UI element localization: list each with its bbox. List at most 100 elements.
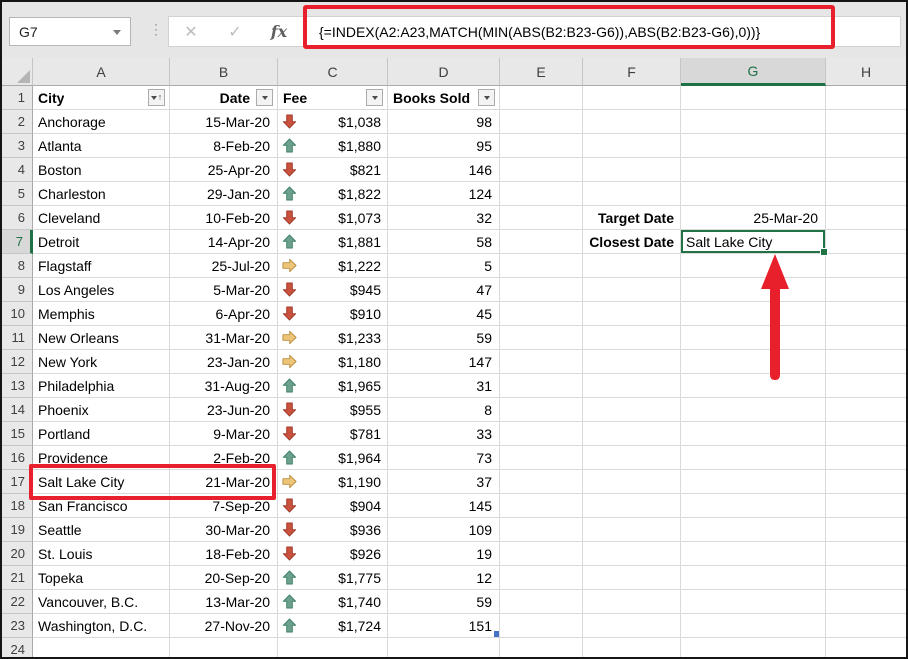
- date-filter-button[interactable]: [256, 89, 273, 106]
- city-sort-filter-button[interactable]: ↑: [148, 89, 165, 106]
- cell-fee[interactable]: $1,222: [278, 254, 388, 278]
- cell-fee[interactable]: $821: [278, 158, 388, 182]
- cell-books-sold[interactable]: 73: [388, 446, 500, 470]
- cell-fee[interactable]: $936: [278, 518, 388, 542]
- cell-e[interactable]: [500, 422, 583, 446]
- cell-f[interactable]: [583, 86, 681, 110]
- cell-city[interactable]: Memphis: [33, 302, 170, 326]
- cell-h[interactable]: [826, 134, 906, 158]
- cell-e[interactable]: [500, 158, 583, 182]
- select-all-button[interactable]: [2, 58, 33, 86]
- cell-date[interactable]: 23-Jan-20: [170, 350, 278, 374]
- enter-icon[interactable]: ✓: [213, 22, 257, 42]
- cell-city[interactable]: St. Louis: [33, 542, 170, 566]
- cell-g[interactable]: [681, 566, 826, 590]
- cell-fee[interactable]: $1,724: [278, 614, 388, 638]
- cell-date[interactable]: 25-Apr-20: [170, 158, 278, 182]
- cell-date[interactable]: 25-Jul-20: [170, 254, 278, 278]
- row-number[interactable]: 13: [2, 374, 33, 398]
- cell-f[interactable]: [583, 590, 681, 614]
- row-number[interactable]: 22: [2, 590, 33, 614]
- cell-date[interactable]: 20-Sep-20: [170, 566, 278, 590]
- cell-books-sold[interactable]: 124: [388, 182, 500, 206]
- formula-text[interactable]: {=INDEX(A2:A23,MATCH(MIN(ABS(B2:B23-G6))…: [306, 24, 760, 40]
- cell-city[interactable]: New York: [33, 350, 170, 374]
- cell-city[interactable]: Atlanta: [33, 134, 170, 158]
- cell-g[interactable]: [681, 494, 826, 518]
- cell-date[interactable]: 8-Feb-20: [170, 134, 278, 158]
- cell-fee[interactable]: $1,881: [278, 230, 388, 254]
- cell-g[interactable]: [681, 398, 826, 422]
- cell-f[interactable]: [583, 518, 681, 542]
- cell-h[interactable]: [826, 182, 906, 206]
- table-resize-handle[interactable]: [494, 631, 499, 637]
- cell-h[interactable]: [826, 206, 906, 230]
- cell-f[interactable]: [583, 278, 681, 302]
- column-header-g[interactable]: G: [681, 58, 826, 86]
- cell-f[interactable]: [583, 398, 681, 422]
- closest-date-label[interactable]: Closest Date: [583, 230, 681, 254]
- cell-h[interactable]: [826, 494, 906, 518]
- cell-e[interactable]: [500, 206, 583, 230]
- cell-e[interactable]: [500, 278, 583, 302]
- cell-books-sold[interactable]: 45: [388, 302, 500, 326]
- row-number[interactable]: 23: [2, 614, 33, 638]
- cell-f[interactable]: [583, 542, 681, 566]
- cell-e[interactable]: [500, 398, 583, 422]
- name-box[interactable]: G7: [9, 17, 131, 46]
- cell-date[interactable]: 9-Mar-20: [170, 422, 278, 446]
- cell-city[interactable]: Topeka: [33, 566, 170, 590]
- cell-g[interactable]: [681, 470, 826, 494]
- cell-g[interactable]: [681, 350, 826, 374]
- cell-books-sold[interactable]: 95: [388, 134, 500, 158]
- fee-filter-button[interactable]: [366, 89, 383, 106]
- row-number[interactable]: 5: [2, 182, 33, 206]
- name-box-dropdown-icon[interactable]: [113, 30, 121, 35]
- cell-books-sold[interactable]: 147: [388, 350, 500, 374]
- cell-e[interactable]: [500, 326, 583, 350]
- cell-e[interactable]: [500, 470, 583, 494]
- cell-city[interactable]: Charleston: [33, 182, 170, 206]
- cell-books-sold[interactable]: 98: [388, 110, 500, 134]
- cell-city[interactable]: Washington, D.C.: [33, 614, 170, 638]
- row-number[interactable]: 11: [2, 326, 33, 350]
- cell-fee[interactable]: $1,180: [278, 350, 388, 374]
- cell-books-sold[interactable]: [388, 638, 500, 659]
- cell-books-sold[interactable]: 32: [388, 206, 500, 230]
- cell-g[interactable]: [681, 542, 826, 566]
- cell-books-sold[interactable]: 146: [388, 158, 500, 182]
- cell-h[interactable]: [826, 158, 906, 182]
- cell-f[interactable]: [583, 350, 681, 374]
- row-number[interactable]: 12: [2, 350, 33, 374]
- cell-h[interactable]: [826, 566, 906, 590]
- cell-g[interactable]: [681, 326, 826, 350]
- cell-books-sold[interactable]: 151: [388, 614, 500, 638]
- cell-h[interactable]: [826, 86, 906, 110]
- cell-city[interactable]: Philadelphia: [33, 374, 170, 398]
- cell-g[interactable]: [681, 254, 826, 278]
- cell-fee[interactable]: $1,880: [278, 134, 388, 158]
- cell-books-sold[interactable]: 109: [388, 518, 500, 542]
- cell-f[interactable]: [583, 158, 681, 182]
- cell-g[interactable]: [681, 158, 826, 182]
- cell-h[interactable]: [826, 518, 906, 542]
- cell-city[interactable]: Anchorage: [33, 110, 170, 134]
- cell-books-sold[interactable]: 59: [388, 590, 500, 614]
- cell-e[interactable]: [500, 134, 583, 158]
- cell-h[interactable]: [826, 590, 906, 614]
- cell-books-sold[interactable]: 19: [388, 542, 500, 566]
- cell-f[interactable]: [583, 326, 681, 350]
- cancel-icon[interactable]: ✕: [169, 22, 213, 42]
- row-number[interactable]: 18: [2, 494, 33, 518]
- cell-e[interactable]: [500, 542, 583, 566]
- column-header-e[interactable]: E: [500, 58, 583, 86]
- cell-date[interactable]: 6-Apr-20: [170, 302, 278, 326]
- cell-date[interactable]: 23-Jun-20: [170, 398, 278, 422]
- cell-f[interactable]: [583, 446, 681, 470]
- drag-dots-icon[interactable]: ⋮: [149, 21, 157, 38]
- cell-e[interactable]: [500, 110, 583, 134]
- books-sold-filter-button[interactable]: [478, 89, 495, 106]
- cell-h[interactable]: [826, 326, 906, 350]
- cell-date[interactable]: 29-Jan-20: [170, 182, 278, 206]
- insert-function-icon[interactable]: fx: [257, 22, 301, 41]
